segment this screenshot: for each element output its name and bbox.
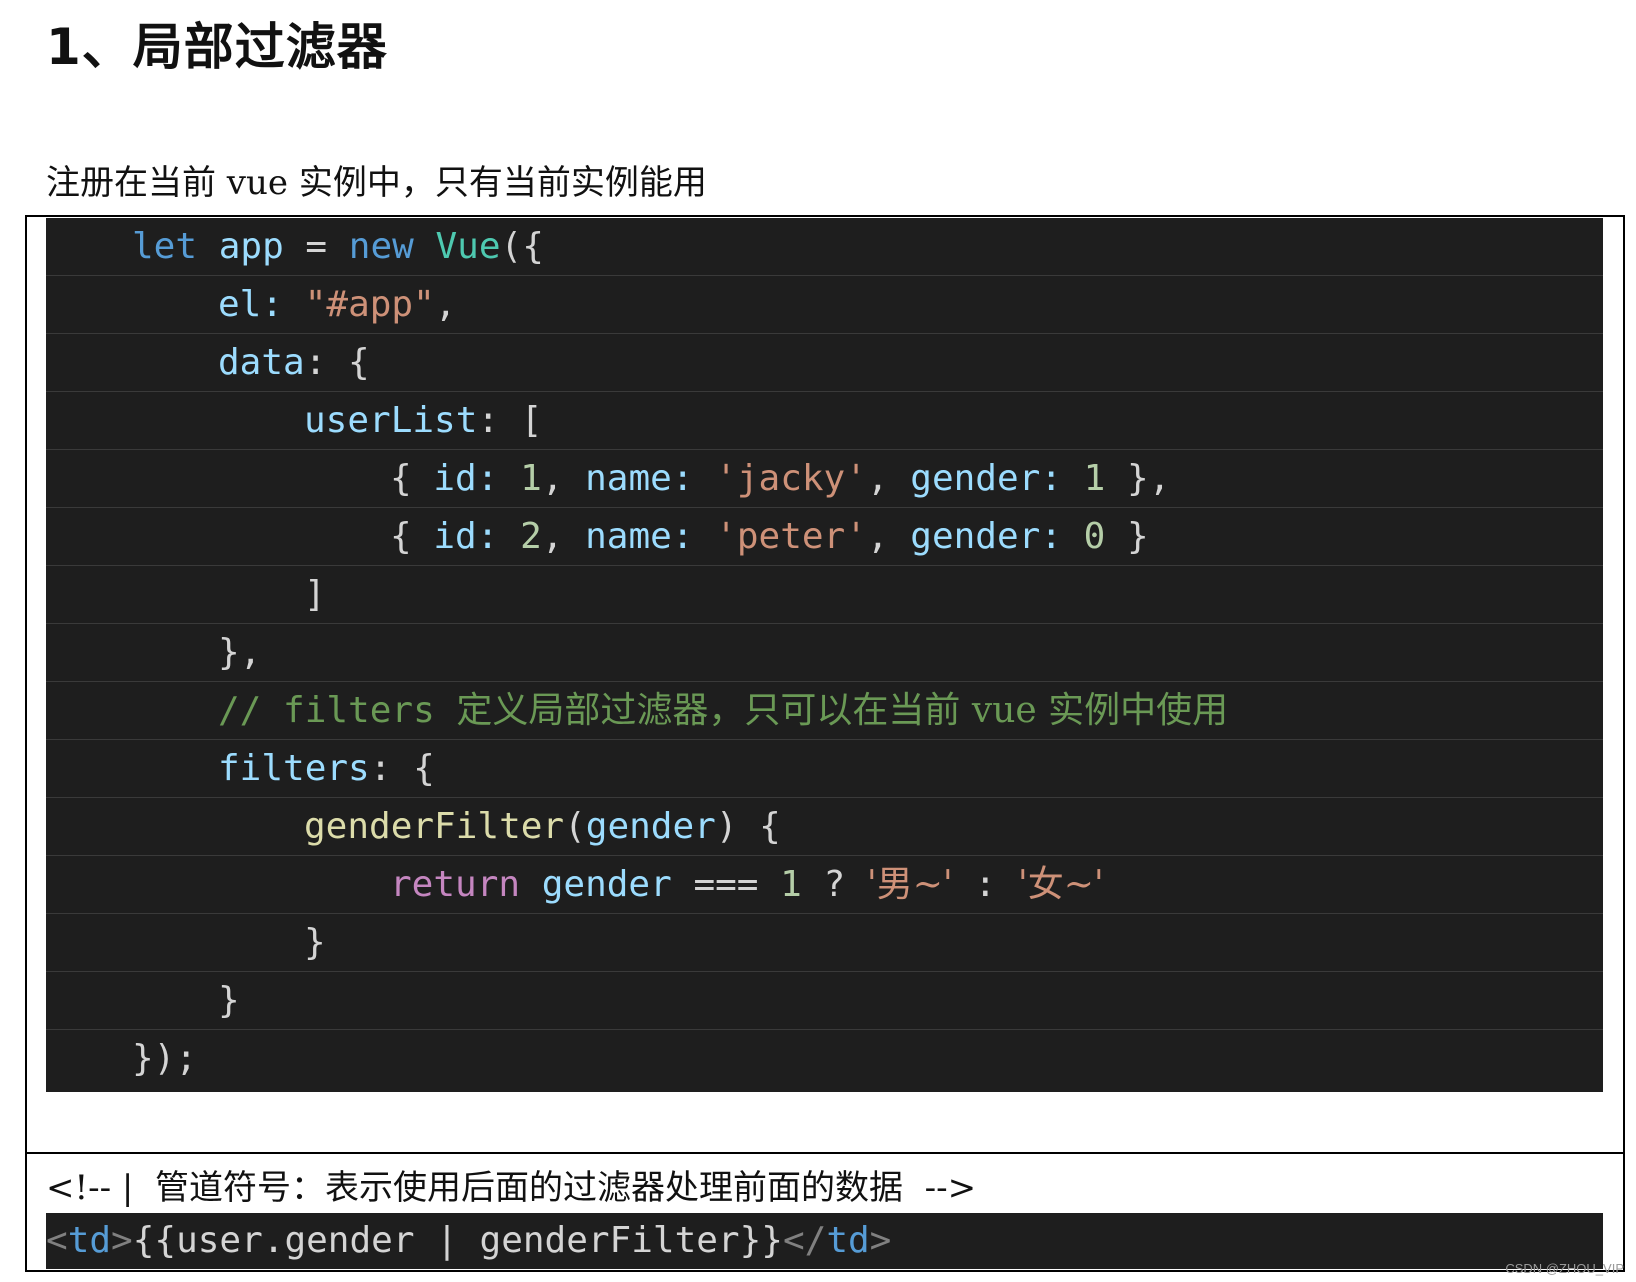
token-control: return bbox=[390, 864, 521, 905]
token-number: 2 bbox=[520, 516, 542, 557]
token-punct: } bbox=[218, 980, 240, 1021]
token-keyword: let bbox=[132, 226, 198, 267]
code-line-10: filters: { bbox=[46, 740, 1603, 798]
code-line-7: ] bbox=[46, 566, 1603, 624]
code-line-2: el: "#app", bbox=[46, 276, 1603, 334]
token-property: gender bbox=[910, 516, 1041, 557]
code-line-1: let app = new Vue({ bbox=[46, 218, 1603, 276]
token-operator: ? bbox=[801, 864, 867, 905]
token-property: name bbox=[585, 458, 672, 499]
token-string: '男~' bbox=[866, 864, 953, 905]
token-punct: : bbox=[476, 516, 521, 557]
token-punct: ({ bbox=[500, 226, 544, 267]
token-angle: </ bbox=[782, 1220, 827, 1261]
token-property: data bbox=[218, 342, 305, 383]
token-number: 1 bbox=[780, 864, 802, 905]
token-punct: , bbox=[541, 516, 586, 557]
token-punct: , bbox=[866, 516, 911, 557]
token-property: name bbox=[585, 516, 672, 557]
token-operator: = bbox=[283, 226, 349, 267]
section-divider bbox=[25, 1152, 1625, 1154]
token-punct: , bbox=[541, 458, 586, 499]
token-comment: // filters bbox=[218, 690, 457, 731]
token-keyword: new bbox=[348, 226, 414, 267]
token-number: 1 bbox=[520, 458, 542, 499]
code-line-14: } bbox=[46, 972, 1603, 1030]
token-punct: ( bbox=[564, 806, 586, 847]
token-string: "#app" bbox=[304, 284, 435, 325]
token-punct: : bbox=[671, 516, 716, 557]
code-line-8: }, bbox=[46, 624, 1603, 682]
code-line-4: userList: [ bbox=[46, 392, 1603, 450]
token-punct: , bbox=[866, 458, 911, 499]
token-operator: : bbox=[952, 864, 1018, 905]
token-punct: : bbox=[261, 284, 305, 325]
token-punct: , bbox=[434, 284, 457, 325]
token-variable: gender bbox=[541, 864, 672, 905]
code-line-13: } bbox=[46, 914, 1603, 972]
token-variable: app bbox=[218, 226, 284, 267]
token-punct: }, bbox=[218, 632, 262, 673]
token-number: 1 bbox=[1083, 458, 1106, 499]
token-tag: td bbox=[67, 1220, 112, 1261]
code-line-9: // filters 定义局部过滤器，只可以在当前 vue 实例中使用 bbox=[46, 682, 1603, 740]
watermark: CSDN @ZHOU_VIP bbox=[1505, 1261, 1624, 1276]
code-line-15: }); bbox=[46, 1030, 1603, 1088]
token-param: gender bbox=[585, 806, 716, 847]
token-string: 'jacky' bbox=[715, 458, 867, 499]
code-line-3: data: { bbox=[46, 334, 1603, 392]
token-property: userList bbox=[304, 400, 478, 441]
token-property: id bbox=[433, 516, 477, 557]
token-punct: ] bbox=[304, 574, 326, 615]
token-property: filters bbox=[218, 748, 370, 789]
token-expression: {{user.gender | genderFilter}} bbox=[132, 1220, 783, 1261]
token-string: 'peter' bbox=[715, 516, 867, 557]
token-punct: : bbox=[1040, 516, 1084, 557]
token-punct: : bbox=[476, 458, 521, 499]
token-punct: { bbox=[390, 458, 434, 499]
code-line-12: return gender === 1 ? '男~' : '女~' bbox=[46, 856, 1603, 914]
code-line-5: { id: 1, name: 'jacky', gender: 1 }, bbox=[46, 450, 1603, 508]
token-tag: td bbox=[826, 1220, 870, 1261]
token-function: genderFilter bbox=[304, 806, 565, 847]
token-punct: }, bbox=[1105, 458, 1171, 499]
token-punct: : bbox=[671, 458, 716, 499]
token-property: id bbox=[433, 458, 477, 499]
token-property: gender bbox=[910, 458, 1041, 499]
token-punct: ) { bbox=[715, 806, 781, 847]
token-angle: > bbox=[111, 1220, 133, 1261]
token-punct: : { bbox=[369, 748, 435, 789]
intro-text: 注册在当前 vue 实例中，只有当前实例能用 bbox=[46, 163, 707, 203]
token-punct: } bbox=[1105, 516, 1149, 557]
code-line-6: { id: 2, name: 'peter', gender: 0 } bbox=[46, 508, 1603, 566]
token-punct: } bbox=[304, 922, 326, 963]
token-punct: : [ bbox=[477, 400, 543, 441]
token-string: '女~' bbox=[1017, 864, 1104, 905]
token-angle: > bbox=[869, 1220, 892, 1261]
token-punct: { bbox=[390, 516, 434, 557]
template-code-block: <td>{{user.gender | genderFilter}}</td> bbox=[46, 1213, 1603, 1269]
token-operator: === bbox=[671, 864, 781, 905]
token-comment-text: 定义局部过滤器，只可以在当前 vue 实例中使用 bbox=[456, 690, 1229, 731]
pipe-comment-note: <!-- | 管道符号：表示使用后面的过滤器处理前面的数据 --> bbox=[46, 1168, 977, 1208]
section-heading: 1、局部过滤器 bbox=[46, 18, 388, 76]
token-property: el bbox=[218, 284, 262, 325]
token-class: Vue bbox=[435, 226, 501, 267]
token-punct: : bbox=[1040, 458, 1084, 499]
token-punct: : { bbox=[304, 342, 370, 383]
code-line-11: genderFilter(gender) { bbox=[46, 798, 1603, 856]
js-code-block: let app = new Vue({ el: "#app", data: { … bbox=[46, 218, 1603, 1092]
token-number: 0 bbox=[1083, 516, 1106, 557]
token-angle: < bbox=[46, 1220, 68, 1261]
token-punct: }); bbox=[132, 1038, 198, 1079]
